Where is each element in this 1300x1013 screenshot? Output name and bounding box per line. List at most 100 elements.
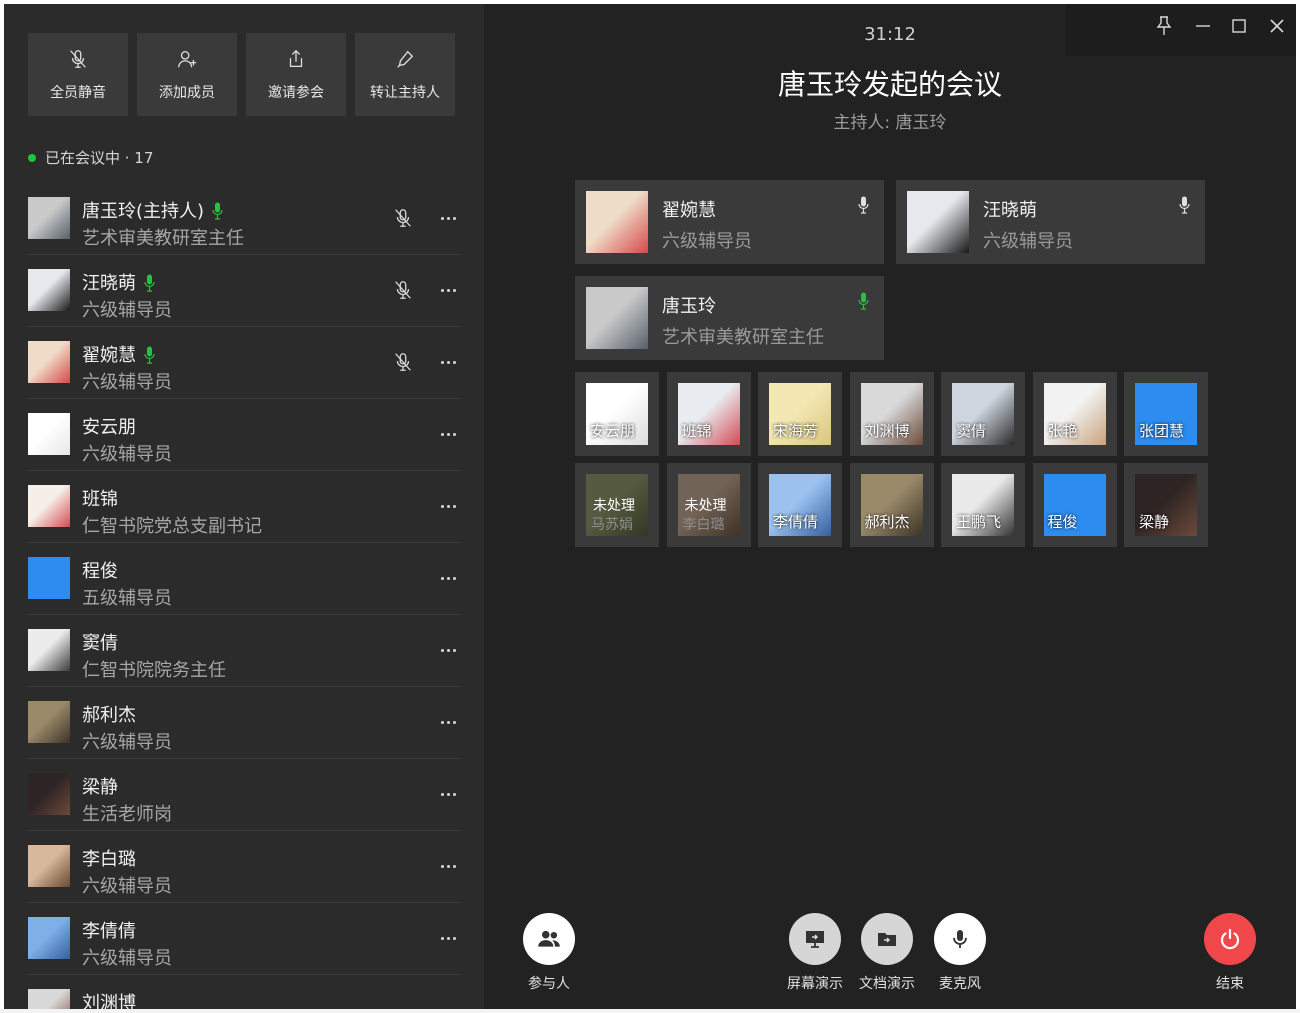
participants-label: 参与人 — [528, 976, 570, 992]
more-options-icon[interactable] — [434, 493, 462, 519]
doc-share-button[interactable]: 文档演示 — [857, 913, 917, 993]
more-options-icon[interactable] — [434, 349, 462, 375]
more-options-icon[interactable] — [434, 997, 462, 1009]
participant-row[interactable]: 窦倩 仁智书院院务主任 — [4, 615, 484, 687]
participant-role: 生活老师岗 — [82, 804, 172, 825]
mute-all-button[interactable]: 全员静音 — [28, 33, 128, 116]
participant-row[interactable]: 班锦仁智书院党总支副书记 — [4, 471, 484, 543]
participant-row[interactable]: 郝利杰 六级辅导员 — [4, 687, 484, 759]
participant-role: 仁智书院党总支副书记 — [82, 516, 262, 537]
participant-name: 程俊 — [82, 561, 118, 582]
attendee-name: 梁静 — [1139, 513, 1170, 531]
participant-name-wrap: 汪晓萌 — [82, 269, 155, 295]
participant-role: 六级辅导员 — [82, 372, 172, 393]
screen-share-button[interactable]: 屏幕演示 — [785, 913, 845, 993]
participant-row[interactable]: 李倩倩 六级辅导员 — [4, 903, 484, 975]
attendee-tile[interactable]: 张团慧 — [1124, 372, 1208, 456]
mute-all-label: 全员静音 — [50, 84, 106, 101]
speaking-mic-icon — [144, 346, 155, 364]
participant-panel: 全员静音 添加成员 邀请参会 转让主持人 已在会议中 · 17 唐玉玲(主持人)… — [4, 4, 484, 1009]
participant-name: 唐玉玲(主持人) — [82, 201, 205, 222]
attendee-tile[interactable]: 程俊 — [1032, 463, 1117, 547]
more-options-icon[interactable] — [434, 205, 462, 231]
speaker-card[interactable]: 翟婉慧 六级辅导员 — [575, 180, 884, 264]
meeting-window: 全员静音 添加成员 邀请参会 转让主持人 已在会议中 · 17 唐玉玲(主持人)… — [4, 4, 1296, 1009]
attendee-name: 张团慧 — [1139, 422, 1185, 440]
attendee-tile[interactable]: 未处理 李白璐 — [666, 463, 751, 547]
attendee-tile[interactable]: 宋海芳 — [758, 372, 842, 456]
avatar — [28, 413, 70, 455]
more-options-icon[interactable] — [434, 565, 462, 591]
doc-share-circle — [861, 913, 913, 965]
participant-name: 翟婉慧 — [82, 345, 136, 366]
in-meeting-text: 已在会议中 · 17 — [45, 149, 154, 167]
speaker-card[interactable]: 汪晓萌 六级辅导员 — [896, 180, 1205, 264]
participant-row[interactable]: 汪晓萌 六级辅导员 — [4, 255, 484, 327]
pen-icon — [397, 50, 414, 68]
add-member-button[interactable]: 添加成员 — [137, 33, 237, 116]
mute-participant-icon[interactable] — [392, 351, 414, 373]
participant-name-wrap: 刘渊博 — [82, 989, 136, 1009]
attendee-tile[interactable]: 班锦 — [666, 372, 751, 456]
participant-role: 六级辅导员 — [82, 948, 172, 969]
attendee-tile[interactable]: 未处理 马苏娟 — [575, 463, 659, 547]
more-options-icon[interactable] — [434, 421, 462, 447]
participant-row[interactable]: 唐玉玲(主持人) 艺术审美教研室主任 — [4, 183, 484, 255]
participant-name-wrap: 梁静 — [82, 773, 118, 799]
pending-label: 未处理 — [684, 498, 727, 514]
avatar — [28, 701, 70, 743]
attendee-tile[interactable]: 安云朋 — [575, 372, 659, 456]
attendee-tile[interactable]: 张艳 — [1032, 372, 1117, 456]
participant-row[interactable]: 梁静 生活老师岗 — [4, 759, 484, 831]
participant-row[interactable]: 程俊 五级辅导员 — [4, 543, 484, 615]
mute-participant-icon[interactable] — [392, 207, 414, 229]
speaker-avatar — [586, 191, 648, 253]
transfer-host-button[interactable]: 转让主持人 — [355, 33, 455, 116]
avatar — [28, 197, 70, 239]
speaking-mic-wrap — [144, 346, 155, 364]
participant-row[interactable]: 安云朋 六级辅导员 — [4, 399, 484, 471]
people-icon — [538, 930, 560, 947]
mute-participant-icon[interactable] — [392, 279, 414, 301]
speaker-card[interactable]: 唐玉玲 艺术审美教研室主任 — [575, 276, 884, 360]
screen-share-icon — [806, 931, 824, 948]
add-member-label: 添加成员 — [159, 84, 215, 101]
more-options-icon[interactable] — [434, 709, 462, 735]
more-options-icon[interactable] — [434, 853, 462, 879]
attendee-tile[interactable]: 郝利杰 — [849, 463, 934, 547]
attendee-name: 张艳 — [1047, 422, 1078, 440]
participant-row[interactable]: 刘渊博 — [4, 975, 484, 1009]
attendee-tile[interactable]: 梁静 — [1124, 463, 1208, 547]
more-options-icon[interactable] — [434, 781, 462, 807]
avatar — [28, 773, 70, 815]
participant-row[interactable]: 翟婉慧 六级辅导员 — [4, 327, 484, 399]
participant-role: 六级辅导员 — [82, 732, 172, 753]
attendee-tile[interactable]: 李倩倩 — [758, 463, 842, 547]
speaker-mic-wrap — [858, 292, 869, 310]
microphone-icon — [953, 930, 967, 948]
speaking-mic-wrap — [144, 274, 155, 292]
attendee-tile[interactable]: 窦倩 — [941, 372, 1025, 456]
end-meeting-label: 结束 — [1216, 976, 1244, 992]
mic-label: 麦克风 — [939, 976, 981, 992]
end-meeting-button[interactable]: 结束 — [1204, 913, 1256, 993]
avatar — [28, 845, 70, 887]
participant-name: 班锦 — [82, 489, 118, 510]
invite-button[interactable]: 邀请参会 — [246, 33, 346, 116]
speaker-name: 翟婉慧 — [662, 200, 716, 221]
participant-name-wrap: 程俊 — [82, 557, 118, 583]
more-options-icon[interactable] — [434, 637, 462, 663]
participant-role: 仁智书院院务主任 — [82, 660, 226, 681]
speaker-avatar — [907, 191, 969, 253]
participant-row[interactable]: 李白璐 六级辅导员 — [4, 831, 484, 903]
speaker-mic-icon — [858, 292, 869, 310]
speaker-role: 六级辅导员 — [983, 231, 1073, 252]
more-options-icon[interactable] — [434, 277, 462, 303]
attendee-tile[interactable]: 王鹏飞 — [941, 463, 1025, 547]
screen-share-label: 屏幕演示 — [787, 976, 843, 992]
more-options-icon[interactable] — [434, 925, 462, 951]
attendee-tile[interactable]: 刘渊博 — [849, 372, 934, 456]
mic-button[interactable]: 麦克风 — [934, 913, 986, 993]
participants-button[interactable]: 参与人 — [523, 913, 575, 993]
speaker-mic-icon — [1179, 196, 1190, 214]
